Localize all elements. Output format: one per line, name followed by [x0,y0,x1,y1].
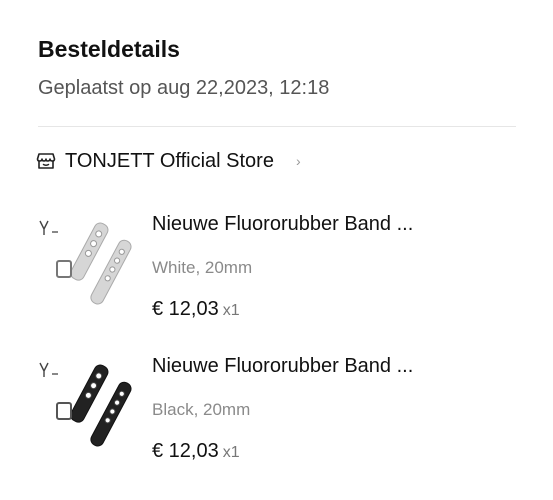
product-quantity: x1 [222,302,240,319]
product-variant: Black, 20mm [152,400,251,419]
product-title: Nieuwe Fluororubber Band ... [152,213,414,235]
divider [38,126,516,127]
product-thumbnail [38,215,138,315]
page-title: Besteldetails [38,36,180,62]
product-quantity: x1 [222,444,240,461]
order-item[interactable]: Nieuwe Fluororubber Band ... White, 20mm… [38,205,518,325]
order-item[interactable]: Nieuwe Fluororubber Band ... Black, 20mm… [38,347,518,467]
product-title: Nieuwe Fluororubber Band ... [152,355,414,377]
product-price: € 12,03 [152,440,219,462]
store-link[interactable]: TONJETT Official Store › [36,146,301,176]
store-icon [36,151,56,171]
product-price: € 12,03 [152,298,219,320]
product-thumbnail [38,357,138,457]
product-price-row: € 12,03 x1 [152,440,240,463]
store-name: TONJETT Official Store [65,149,274,172]
order-details-page: Besteldetails Geplaatst op aug 22,2023, … [0,0,553,500]
product-variant: White, 20mm [152,258,253,277]
chevron-right-icon: › [295,153,301,169]
product-price-row: € 12,03 x1 [152,298,240,321]
order-placed-date: Geplaatst op aug 22,2023, 12:18 [38,77,330,99]
